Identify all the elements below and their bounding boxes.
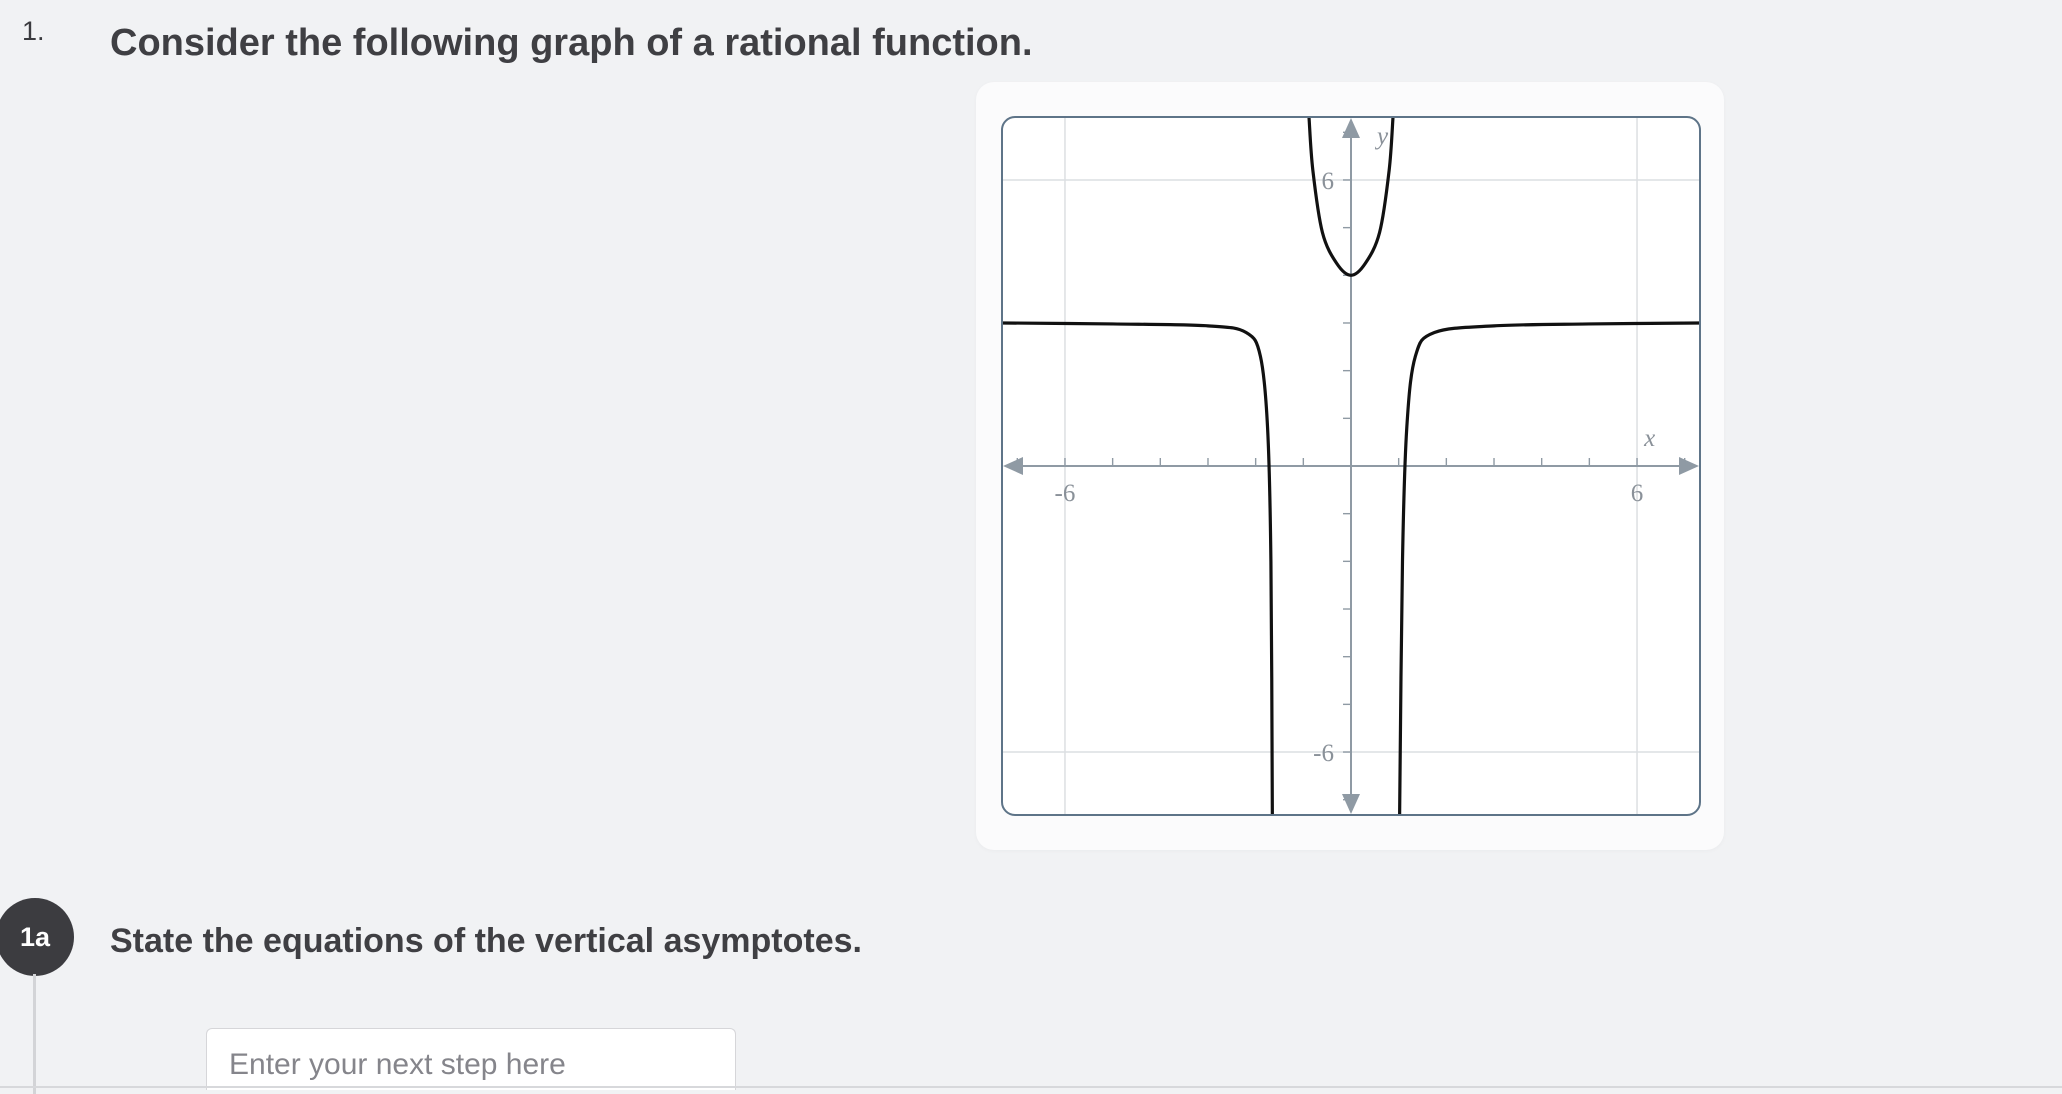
bottom-divider <box>0 1086 2062 1088</box>
y-tick-label: 6 <box>1322 168 1335 195</box>
rational-function-graph: -6 6 6 -6 x y <box>1003 118 1699 814</box>
answer-input[interactable] <box>206 1028 736 1090</box>
x-tick-label: -6 <box>1055 480 1076 507</box>
rational-curve-right-branch <box>1398 321 1699 814</box>
y-axis-label: y <box>1374 123 1389 150</box>
step-connector-line <box>33 974 36 1094</box>
graph-card: -6 6 6 -6 x y <box>976 82 1724 850</box>
problem-title: Consider the following graph of a ration… <box>110 22 1033 64</box>
x-tick-label: 6 <box>1631 480 1644 507</box>
graph-frame: -6 6 6 -6 x y <box>1001 116 1701 816</box>
rational-curve-left-branch <box>1003 321 1274 814</box>
step-badge-1a: 1a <box>0 898 74 976</box>
x-axis-right-arrow <box>1679 457 1699 475</box>
x-axis-left-arrow <box>1003 457 1023 475</box>
step-question: State the equations of the vertical asym… <box>110 922 862 960</box>
y-axis-up-arrow <box>1342 118 1360 138</box>
problem-number: 1. <box>22 16 45 46</box>
y-axis-down-arrow <box>1342 794 1360 814</box>
y-tick-label: -6 <box>1313 740 1334 767</box>
x-axis-label: x <box>1643 425 1655 452</box>
